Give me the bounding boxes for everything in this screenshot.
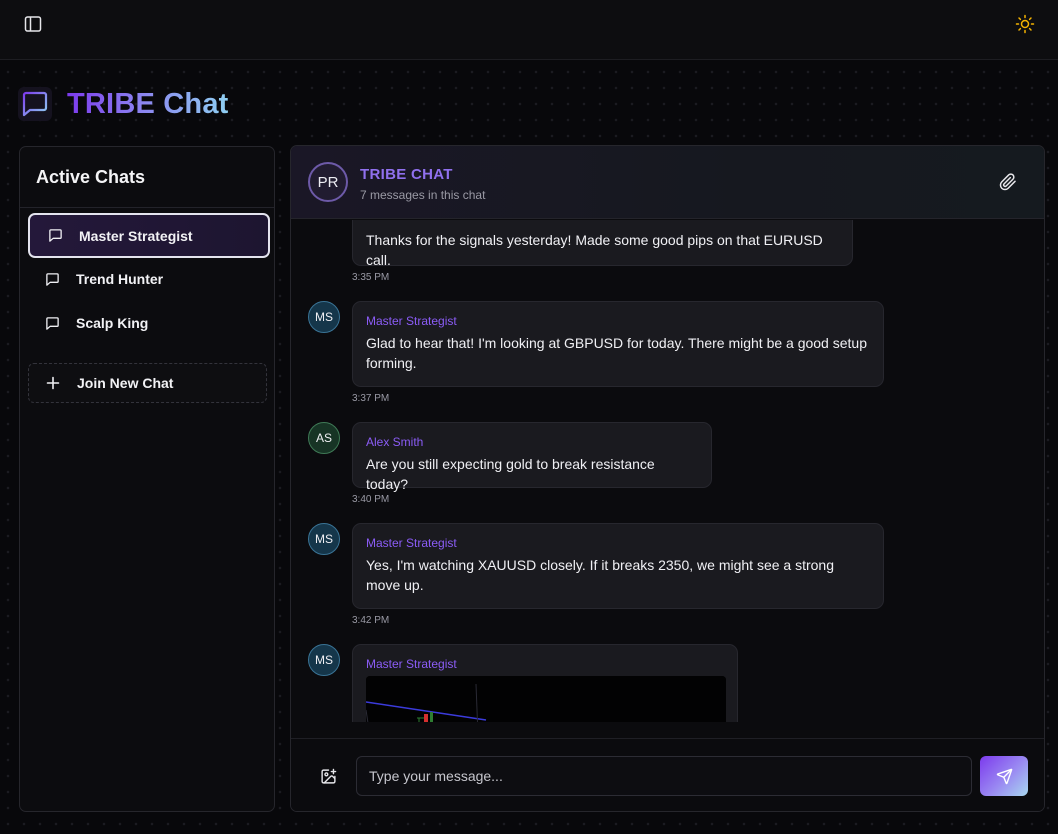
paperclip-icon[interactable] (999, 173, 1017, 191)
message-sender: Master Strategist (366, 536, 457, 550)
message-bubble: Master Strategist (352, 644, 738, 722)
send-button[interactable] (980, 756, 1028, 796)
message-square-icon (46, 316, 59, 330)
brand-title: TRIBE Chat (67, 87, 229, 120)
sidebar-item-trend-hunter[interactable]: Trend Hunter (28, 257, 270, 301)
avatar: MS (308, 644, 340, 676)
message-bubble: Thanks for the signals yesterday! Made s… (352, 220, 853, 268)
message-bubble: Master Strategist Yes, I'm watching XAUU… (352, 523, 884, 609)
message-composer (291, 738, 1044, 811)
chat-avatar: PR (308, 162, 348, 202)
message-square-icon (46, 272, 59, 286)
message-text: Thanks for the signals yesterday! Made s… (366, 232, 823, 268)
message-list[interactable]: Thanks for the signals yesterday! Made s… (291, 220, 1044, 722)
chat-panel: PR TRIBE CHAT 7 messages in this chat Th… (290, 145, 1045, 812)
image-upload-icon[interactable] (320, 768, 337, 785)
message-text: Are you still expecting gold to break re… (366, 456, 655, 492)
sidebar-item-scalp-king[interactable]: Scalp King (28, 301, 270, 345)
send-icon (996, 768, 1012, 784)
message-time: 3:35 PM (352, 272, 390, 283)
avatar: MS (308, 523, 340, 555)
avatar: AS (308, 422, 340, 454)
message-sender: Alex Smith (366, 435, 424, 449)
logo-message-icon (18, 87, 52, 121)
message-square-icon (49, 229, 62, 242)
chat-message-count: 7 messages in this chat (360, 188, 486, 202)
sidebar-heading: Active Chats (20, 147, 274, 208)
top-bar (0, 0, 1058, 60)
active-chats-sidebar: Active Chats Master Strategist Trend Hun… (19, 146, 275, 812)
sidebar-item-label: Master Strategist (79, 227, 193, 244)
sidebar-toggle-icon[interactable] (24, 15, 42, 33)
sidebar-item-label: Scalp King (76, 315, 149, 331)
join-new-chat-button[interactable]: Join New Chat (28, 363, 267, 403)
message-sender: Master Strategist (366, 314, 457, 328)
join-new-chat-label: Join New Chat (77, 375, 174, 391)
avatar: MS (308, 301, 340, 333)
message-input[interactable] (356, 756, 972, 796)
sun-icon[interactable] (1015, 14, 1035, 34)
chart-image-attachment[interactable] (366, 676, 726, 722)
sidebar-item-label: Trend Hunter (76, 271, 164, 287)
message-bubble: Master Strategist Glad to hear that! I'm… (352, 301, 884, 387)
message-time: 3:40 PM (352, 494, 390, 505)
message-text: Yes, I'm watching XAUUSD closely. If it … (366, 557, 834, 593)
message-time: 3:42 PM (352, 615, 390, 626)
message-bubble: Alex Smith Are you still expecting gold … (352, 422, 712, 492)
message-time: 3:37 PM (352, 393, 390, 404)
sidebar-item-master-strategist[interactable]: Master Strategist (28, 213, 270, 258)
message-text: Glad to hear that! I'm looking at GBPUSD… (366, 335, 867, 371)
plus-icon (46, 376, 60, 390)
chat-header: PR TRIBE CHAT 7 messages in this chat (291, 146, 1044, 219)
brand-header: TRIBE Chat (17, 84, 229, 124)
chat-title: TRIBE CHAT (360, 166, 453, 183)
message-sender: Master Strategist (366, 657, 457, 671)
